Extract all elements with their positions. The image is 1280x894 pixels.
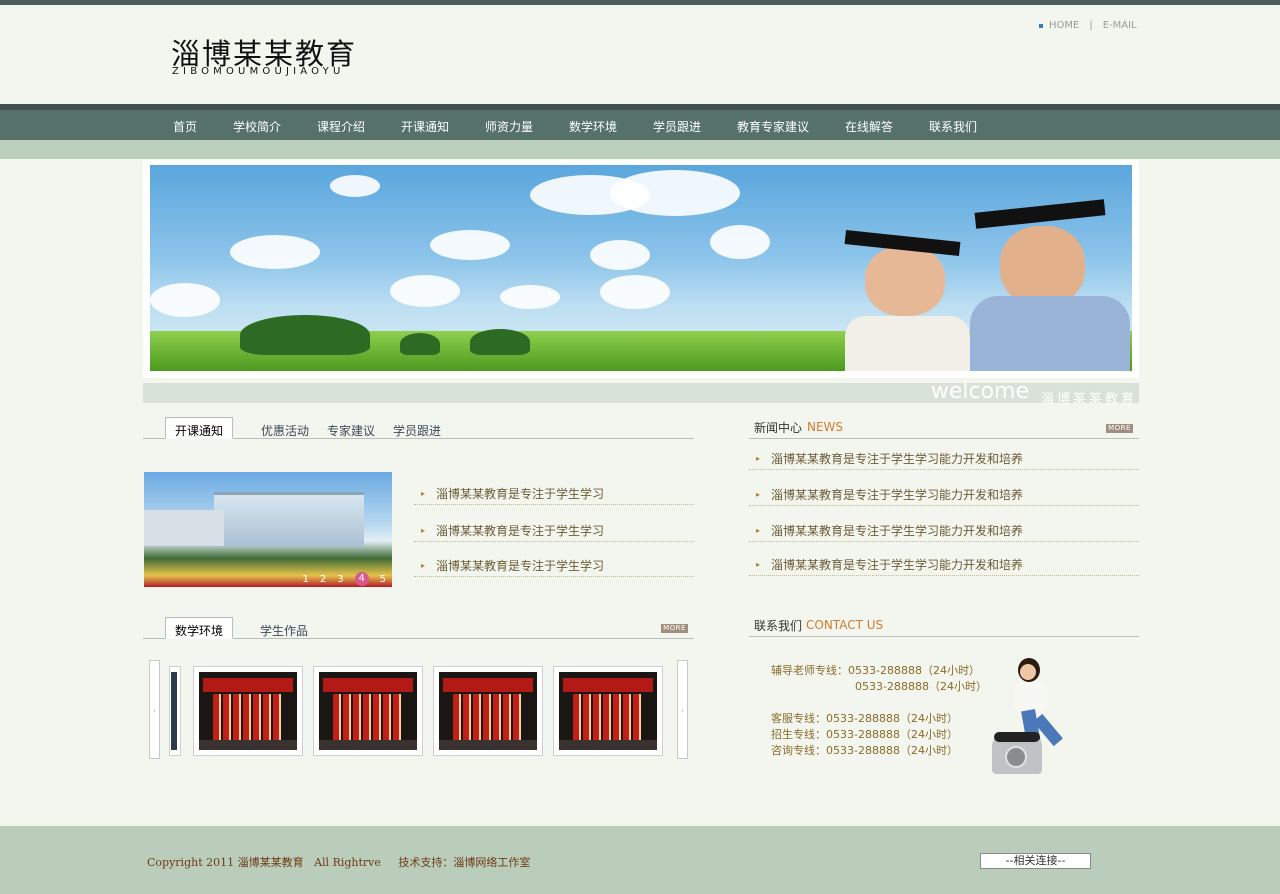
slideshow-pager: 1 2 3 4 5 [303,572,386,586]
notice-item-text[interactable]: 淄博某某教育是专注于学生学习 [436,522,604,539]
nav-item-contact[interactable]: 联系我们 [929,118,977,135]
list-item[interactable]: ▸ 淄博某某教育是专注于学生学习能力开发和培养 [749,522,1139,542]
list-item[interactable]: ▸ 淄博某某教育是专注于学生学习 [414,485,694,505]
bullet-icon [1039,23,1043,28]
contact-title-en: CONTACT US [806,618,884,632]
related-links-select[interactable]: --相关连接-- [980,853,1091,869]
notice-item-text[interactable]: 淄博某某教育是专注于学生学习 [436,485,604,502]
news-item-text[interactable]: 淄博某某教育是专注于学生学习能力开发和培养 [771,522,1023,539]
link-separator: | [1089,20,1093,31]
arrow-icon: ▸ [421,526,426,535]
tab-student-works[interactable]: 学生作品 [260,622,308,639]
gallery-next-button[interactable]: › [677,660,688,759]
list-item[interactable]: ▸ 淄博某某教育是专注于学生学习 [414,557,694,577]
nav-item-expert-advice[interactable]: 教育专家建议 [737,118,809,135]
nav-item-school-intro[interactable]: 学校简介 [233,118,281,135]
gallery-more-button[interactable]: MORE [661,624,688,633]
nav-bottom-strip [0,140,1280,159]
list-item[interactable]: ▸ 淄博某某教育是专注于学生学习能力开发和培养 [749,556,1139,576]
nav-item-class-notice[interactable]: 开课通知 [401,118,449,135]
arrow-icon: ▸ [756,454,761,463]
email-link[interactable]: E-MAIL [1103,20,1137,31]
top-border [0,0,1280,5]
arrow-icon: ▸ [756,490,761,499]
banner-image [150,165,1132,371]
pager-1[interactable]: 1 [303,574,309,585]
contact-admission-line: 招生专线：0533-288888（24小时） [771,728,958,741]
tab-class-notice[interactable]: 开课通知 [165,417,234,439]
notice-tabs: 开课通知 优惠活动 专家建议 学员跟进 [143,417,694,439]
gallery-thumb[interactable] [553,666,663,756]
notice-item-text[interactable]: 淄博某某教育是专注于学生学习 [436,557,604,574]
contact-service-line: 客服专线：0533-288888（24小时） [771,712,958,725]
list-item[interactable]: ▸ 淄博某某教育是专注于学生学习能力开发和培养 [749,450,1139,470]
news-title-en: NEWS [807,420,844,434]
list-item[interactable]: ▸ 淄博某某教育是专注于学生学习能力开发和培养 [749,486,1139,506]
nav-item-teachers[interactable]: 师资力量 [485,118,533,135]
gallery-prev-button[interactable]: ‹ [149,660,160,759]
nav-item-online-answers[interactable]: 在线解答 [845,118,893,135]
welcome-subtitle: 淄博某某教育 [1040,392,1137,407]
welcome-text: welcome [930,379,1029,404]
gallery-tabs: 数学环境 学生作品 MORE [143,617,694,639]
nav-item-courses[interactable]: 课程介绍 [317,118,365,135]
contact-title-cn: 联系我们 [754,619,803,633]
gallery-thumb[interactable] [433,666,543,756]
tab-student-followup[interactable]: 学员跟进 [393,422,441,439]
pager-5[interactable]: 5 [380,574,386,585]
contact-consult-line: 咨询专线：0533-288888（24小时） [771,744,958,757]
welcome-bar: welcome 淄博某某教育 [143,379,1139,407]
contact-tutor-line: 辅导老师专线：0533-288888（24小时） [771,664,980,677]
tab-teaching-environment[interactable]: 数学环境 [165,617,234,639]
pager-4-active[interactable]: 4 [354,572,369,586]
arrow-icon: ▸ [756,526,761,535]
arrow-icon: ▸ [421,489,426,498]
news-more-button[interactable]: MORE [1106,424,1133,433]
top-links: HOME | E-MAIL [1039,20,1137,31]
nav-item-home[interactable]: 首页 [173,118,197,135]
contact-tutor-line-2: 0533-288888（24小时） [855,680,987,693]
arrow-icon: ▸ [756,560,761,569]
pager-3[interactable]: 3 [337,574,343,585]
logo-subtitle: ZIBOMOUMOUJIAOYU [172,66,345,77]
news-item-text[interactable]: 淄博某某教育是专注于学生学习能力开发和培养 [771,450,1023,467]
home-link[interactable]: HOME [1049,20,1079,31]
thumb-partial [169,666,181,756]
arrow-icon: ▸ [421,561,426,570]
news-title-cn: 新闻中心 [754,421,803,435]
footer: Copyright 2011 淄博某某教育 All Rightrve 技术支持：… [0,826,1280,894]
nav-item-environment[interactable]: 数学环境 [569,118,617,135]
contact-header: 联系我们 CONTACT US [749,617,1139,637]
tab-promotions[interactable]: 优惠活动 [261,422,309,439]
nav-item-student-followup[interactable]: 学员跟进 [653,118,701,135]
notice-slideshow-image[interactable]: 1 2 3 4 5 [144,472,392,587]
contact-girl-phone-image [990,656,1082,778]
main-nav: 首页 学校简介 课程介绍 开课通知 师资力量 数学环境 学员跟进 教育专家建议 … [0,110,1280,140]
footer-copyright: Copyright 2011 淄博某某教育 All Rightrve 技术支持：… [147,856,531,869]
gallery-thumb[interactable] [313,666,423,756]
list-item[interactable]: ▸ 淄博某某教育是专注于学生学习 [414,522,694,542]
tab-expert-advice[interactable]: 专家建议 [327,422,375,439]
gallery-thumb[interactable] [193,666,303,756]
news-item-text[interactable]: 淄博某某教育是专注于学生学习能力开发和培养 [771,556,1023,573]
pager-2[interactable]: 2 [320,574,326,585]
news-header: 新闻中心 NEWS MORE [749,419,1139,439]
news-item-text[interactable]: 淄博某某教育是专注于学生学习能力开发和培养 [771,486,1023,503]
